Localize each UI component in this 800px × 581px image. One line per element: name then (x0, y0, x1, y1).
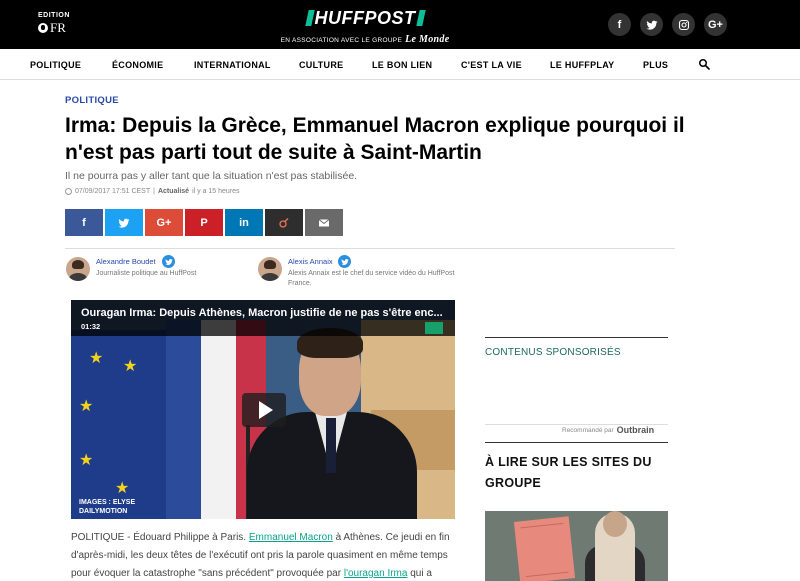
twitter-icon[interactable] (338, 255, 351, 268)
video-player[interactable]: ★ ★ ★ ★ ★ Ouragan Irma: Depuis Athènes, … (71, 300, 455, 519)
social-links: f G+ (608, 13, 727, 36)
share-bar: f G+ P in (65, 209, 343, 236)
twitter-icon (118, 218, 130, 228)
search-icon[interactable] (698, 58, 710, 70)
video-credit: IMAGES : ELYSE DAILYMOTION (79, 499, 136, 515)
author-name[interactable]: Alexis Annaix (288, 257, 333, 266)
nav-item-economie[interactable]: ÉCONOMIE (112, 60, 163, 70)
author-bio: Journaliste politique au HuffPost (96, 270, 197, 277)
nav-item-culture[interactable]: CULTURE (299, 60, 343, 70)
facebook-icon: f (82, 216, 86, 229)
instagram-icon[interactable] (672, 13, 695, 36)
article-headline: Irma: Depuis la Grèce, Emmanuel Macron e… (65, 114, 685, 164)
pinterest-icon: P (200, 216, 208, 229)
link-ouragan-irma[interactable]: l'ouragan Irma (344, 568, 408, 579)
author-name[interactable]: Alexandre Boudet (96, 257, 156, 266)
top-bar: EDITION FR HUFFPOST EN ASSOCIATION AVEC … (0, 0, 800, 49)
huffpost-logo[interactable]: HUFFPOST EN ASSOCIATION AVEC LE GROUPE L… (280, 8, 450, 45)
google-plus-icon[interactable]: G+ (704, 13, 727, 36)
article-timestamp: 07/09/2017 17:51 CEST | Actualisé il y a… (65, 188, 240, 195)
google-plus-icon: G+ (156, 216, 172, 229)
group-sites-title: À LIRE SUR LES SITES DU GROUPE (485, 455, 652, 490)
outbrain-attribution[interactable]: Recommandé par Outbrain (562, 425, 654, 435)
share-email-button[interactable] (305, 209, 343, 236)
share-facebook-button[interactable]: f (65, 209, 103, 236)
viadeo-icon (279, 217, 289, 228)
article-body: POLITIQUE - Édouard Philippe à Paris. Em… (71, 532, 450, 579)
play-button[interactable] (242, 393, 286, 427)
facebook-icon[interactable]: f (608, 13, 631, 36)
twitter-icon[interactable] (162, 255, 175, 268)
video-duration: 01:32 (81, 322, 101, 331)
divider (485, 337, 668, 338)
sponsored-content-title: CONTENUS SPONSORISÉS (485, 347, 621, 358)
clock-icon (65, 188, 72, 195)
group-article-thumbnail[interactable] (485, 511, 668, 581)
video-title[interactable]: Ouragan Irma: Depuis Athènes, Macron jus… (81, 307, 443, 319)
logo-text: HUFFPOST (314, 8, 416, 28)
share-viadeo-button[interactable] (265, 209, 303, 236)
nav-item-politique[interactable]: POLITIQUE (30, 60, 81, 70)
article-category[interactable]: POLITIQUE (65, 95, 119, 106)
edition-value: FR (50, 20, 66, 35)
divider (65, 248, 675, 249)
share-linkedin-button[interactable]: in (225, 209, 263, 236)
edition-label: EDITION (38, 12, 70, 19)
author-bio: Alexis Annaix est le chef du service vid… (288, 270, 455, 287)
share-google-plus-button[interactable]: G+ (145, 209, 183, 236)
globe-icon (38, 23, 48, 33)
edition-selector[interactable]: EDITION FR (38, 12, 70, 36)
share-twitter-button[interactable] (105, 209, 143, 236)
nav-item-cest-la-vie[interactable]: C'EST LA VIE (461, 60, 522, 70)
twitter-icon[interactable] (640, 13, 663, 36)
nav-item-le-huffplay[interactable]: LE HUFFPLAY (550, 60, 614, 70)
nav-item-plus[interactable]: PLUS (643, 60, 668, 70)
email-icon (318, 218, 330, 226)
avatar[interactable] (258, 257, 282, 281)
tagline: EN ASSOCIATION AVEC LE GROUPE Le Monde (280, 34, 450, 45)
article-deck: Il ne pourra pas y aller tant que la sit… (65, 170, 358, 182)
link-emmanuel-macron[interactable]: Emmanuel Macron (249, 532, 333, 543)
nav-item-le-bon-lien[interactable]: LE BON LIEN (372, 60, 432, 70)
avatar[interactable] (66, 257, 90, 281)
le-monde-logo: Le Monde (405, 34, 450, 45)
video-badge (425, 322, 443, 334)
share-pinterest-button[interactable]: P (185, 209, 223, 236)
nav-item-international[interactable]: INTERNATIONAL (194, 60, 271, 70)
linkedin-icon: in (239, 216, 249, 229)
outbrain-logo: Outbrain (616, 425, 655, 435)
main-nav: POLITIQUE ÉCONOMIE INTERNATIONAL CULTURE… (0, 49, 800, 80)
divider (485, 442, 668, 443)
